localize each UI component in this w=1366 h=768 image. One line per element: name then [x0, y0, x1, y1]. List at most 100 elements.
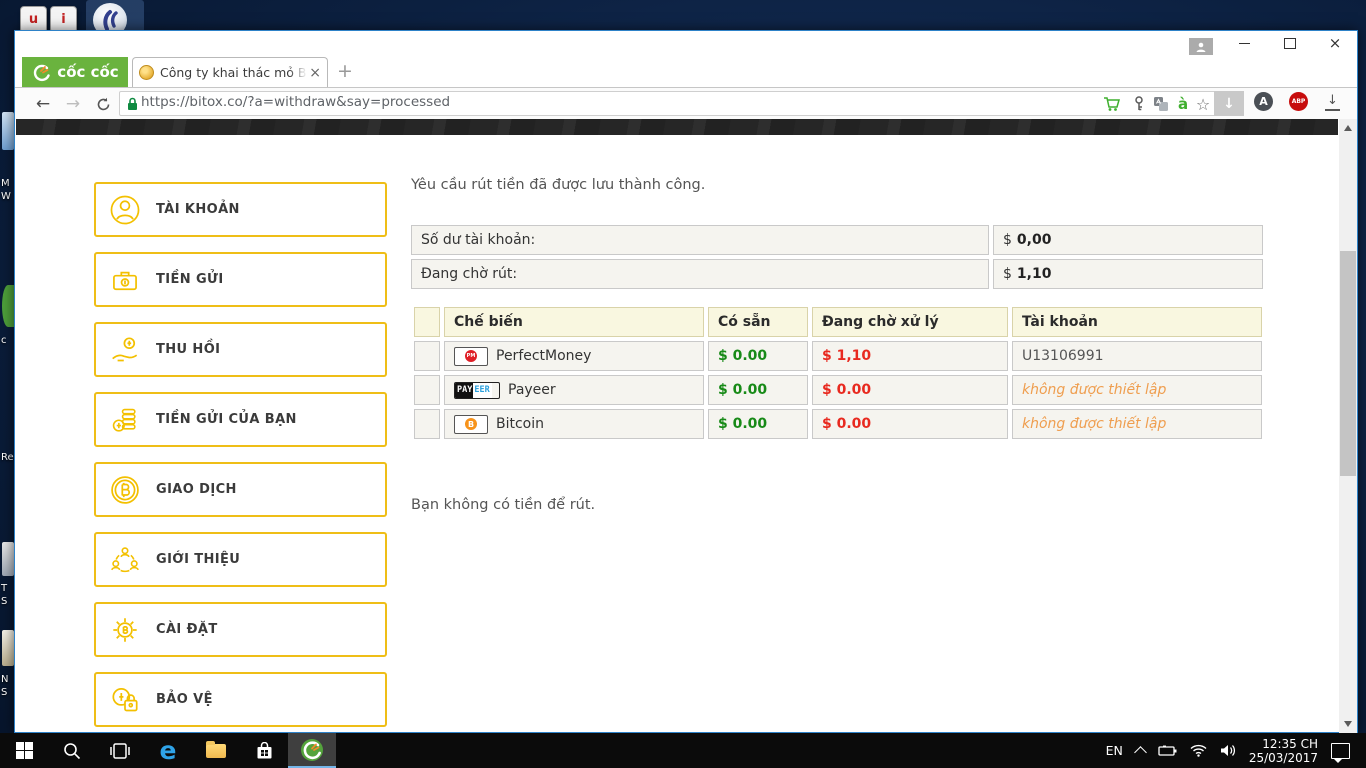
row-spacer-cell [414, 341, 440, 371]
cart-extension-icon[interactable] [1102, 94, 1122, 114]
forward-button[interactable]: → [61, 92, 85, 116]
desktop-icon-sliver-green[interactable] [2, 285, 14, 327]
sidebar-item-referral[interactable]: GIỚI THIỆU [94, 532, 387, 587]
key-page-action-icon[interactable] [1129, 94, 1149, 114]
desktop-shortcut-unikey-i[interactable]: i [50, 6, 77, 33]
desktop-left-strip: M W c Re T S N S [0, 30, 14, 733]
tab-close-icon[interactable]: × [309, 65, 321, 81]
extension-a-icon[interactable]: A [1254, 92, 1273, 111]
page-scrollbar[interactable] [1339, 119, 1357, 733]
currency-sign: $ [1003, 232, 1012, 248]
sidebar-item-account[interactable]: TÀI KHOẢN [94, 182, 387, 237]
sidebar-item-protect[interactable]: BẢO VỆ [94, 672, 387, 727]
strip-label: T [1, 583, 8, 594]
translate-page-action-icon[interactable] [1151, 94, 1171, 114]
coccoc-logo-icon [34, 64, 50, 82]
new-tab-button[interactable]: + [337, 60, 353, 82]
edge-button[interactable]: e [144, 733, 192, 768]
scroll-up-arrow[interactable] [1344, 125, 1352, 131]
tray-chevron-icon[interactable] [1133, 746, 1147, 759]
task-view-button[interactable] [96, 733, 144, 768]
taskbar-search-button[interactable] [48, 733, 96, 768]
language-indicator[interactable]: EN [1106, 743, 1123, 758]
coccoc-brand-label: cốc cốc [57, 63, 119, 81]
edge-icon: e [159, 736, 177, 765]
hand-coin-icon [112, 336, 138, 361]
header-empty [414, 307, 440, 337]
wifi-icon[interactable] [1190, 744, 1207, 757]
tab-strip: cốc cốc Công ty khai thác mỏ Bito × + [15, 57, 1357, 88]
sidebar-item-label: TIỀN GỬI CỦA BẠN [156, 412, 297, 427]
downloads-button[interactable]: ↓ [1325, 93, 1340, 111]
strip-label: W [1, 191, 11, 202]
coccoc-icon [301, 738, 323, 761]
coccoc-brand-button[interactable]: cốc cốc [22, 57, 128, 87]
method-name: Bitcoin [496, 416, 545, 432]
balance-amount: 1,10 [1016, 266, 1052, 282]
minimize-button[interactable] [1229, 31, 1259, 55]
close-icon: × [1328, 34, 1342, 52]
sidebar-item-withdraw[interactable]: THU HỒI [94, 322, 387, 377]
maximize-button[interactable] [1275, 31, 1305, 55]
sidebar-item-trade[interactable]: GIAO DỊCH [94, 462, 387, 517]
method-cell: PAY EER Payeer [444, 375, 704, 405]
method-cell: PM PerfectMoney [444, 341, 704, 371]
bitcoin-coin-icon [111, 475, 139, 504]
desktop-icon-sliver-gray[interactable] [2, 542, 14, 576]
refresh-button[interactable] [91, 92, 115, 116]
taskbar-clock[interactable]: 12:35 CH 25/03/2017 [1249, 737, 1318, 765]
adblock-plus-icon[interactable]: ABP [1289, 92, 1308, 111]
available-cell: $ 0.00 [708, 375, 808, 405]
download-page-action[interactable]: ↓ [1214, 91, 1244, 116]
strip-label: Re [1, 452, 14, 463]
coccoc-taskbar-button[interactable] [288, 733, 336, 768]
volume-icon[interactable] [1220, 744, 1236, 757]
https-lock-icon[interactable] [122, 94, 142, 114]
scroll-down-arrow[interactable] [1344, 721, 1352, 727]
strip-label: S [1, 596, 8, 607]
tab-active[interactable]: Công ty khai thác mỏ Bito × [132, 57, 328, 87]
account-icon [110, 195, 140, 224]
url-text[interactable]: https://bitox.co/?a=withdraw&say=process… [141, 94, 450, 110]
pending-cell: $ 0.00 [812, 375, 1008, 405]
title-bar: × [15, 31, 1357, 57]
start-button[interactable] [0, 733, 48, 768]
tab-title-fade [289, 65, 308, 80]
sidebar-item-label: GIỚI THIỆU [156, 552, 241, 567]
search-icon [64, 742, 81, 759]
file-explorer-button[interactable] [192, 733, 240, 768]
method-cell: B Bitcoin [444, 409, 704, 439]
store-button[interactable] [240, 733, 288, 768]
balance-amount: 0,00 [1016, 232, 1052, 248]
profile-avatar[interactable] [1189, 38, 1213, 55]
sidebar-item-your-deposits[interactable]: TIỀN GỬI CỦA BẠN [94, 392, 387, 447]
scrollbar-thumb[interactable] [1340, 251, 1356, 476]
minimize-icon [1238, 42, 1250, 44]
folder-icon [206, 740, 226, 758]
bookmark-star-icon[interactable]: ☆ [1193, 94, 1213, 114]
strip-label: M [1, 178, 10, 189]
page-header-image [16, 119, 1338, 135]
action-center-icon[interactable] [1331, 742, 1350, 763]
close-button[interactable]: × [1320, 31, 1350, 55]
pending-cell: $ 0.00 [812, 409, 1008, 439]
battery-icon[interactable] [1158, 745, 1177, 757]
header-pending: Đang chờ xử lý [812, 307, 1008, 337]
pending-value-row: $ 1,10 [993, 259, 1263, 289]
available-cell: $ 0.00 [708, 409, 808, 439]
sidebar-item-label: TÀI KHOẢN [156, 202, 240, 217]
tab-favicon-icon [139, 65, 154, 80]
desktop-icon-sliver-tan[interactable] [2, 630, 14, 666]
balance-label: Đang chờ rút: [421, 266, 518, 282]
back-button[interactable]: ← [31, 92, 55, 116]
desktop-shortcut-unikey-u[interactable]: u [20, 6, 47, 33]
sidebar-item-deposit[interactable]: TIỀN GỬI [94, 252, 387, 307]
desktop-icon-sliver-blue[interactable] [2, 112, 14, 150]
strip-label: c [1, 335, 7, 346]
vietnamese-input-icon[interactable]: à [1173, 94, 1193, 114]
referral-network-icon [111, 546, 139, 572]
account-cell: không được thiết lập [1012, 375, 1262, 405]
balance-value-row: $ 0,00 [993, 225, 1263, 255]
sidebar-item-settings[interactable]: CÀI ĐẶT [94, 602, 387, 657]
strip-label: S [1, 687, 8, 698]
